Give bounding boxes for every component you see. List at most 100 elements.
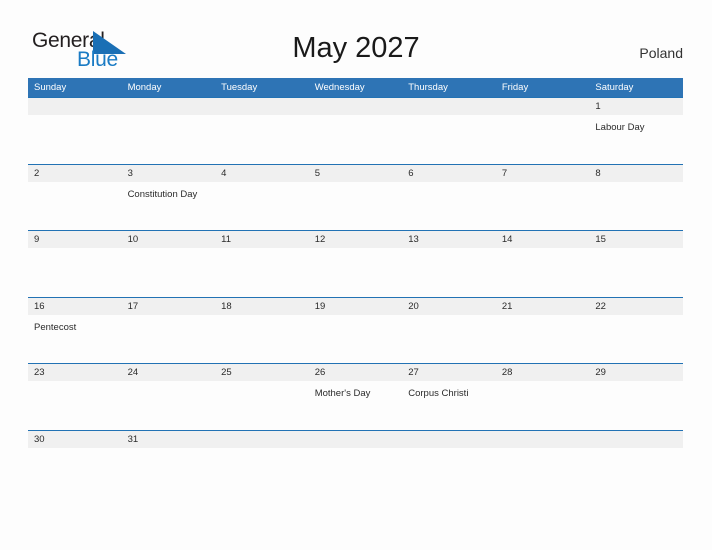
event-label: Pentecost — [34, 321, 77, 333]
day-number: 1 — [595, 101, 601, 112]
event-label: Constitution Day — [127, 188, 198, 200]
event-cell — [122, 315, 216, 363]
day-cell[interactable] — [215, 98, 309, 115]
day-cell[interactable]: 30 — [28, 431, 122, 448]
calendar-week-row: 30 31 — [28, 429, 683, 451]
week-date-band: 9 10 11 12 13 14 15 — [28, 231, 683, 248]
day-cell[interactable]: 26 — [309, 364, 403, 381]
day-cell[interactable]: 31 — [122, 431, 216, 448]
day-cell[interactable] — [309, 431, 403, 448]
weekday-header-wednesday: Wednesday — [314, 82, 365, 93]
day-number: 25 — [221, 367, 232, 378]
event-cell — [28, 115, 122, 163]
calendar-week-row: 23 24 25 26 27 28 29 Mother's Day Corpus… — [28, 363, 683, 430]
day-number: 20 — [408, 300, 419, 312]
day-number: 13 — [408, 234, 419, 245]
day-cell[interactable]: 28 — [496, 364, 590, 381]
day-cell[interactable]: 2 — [28, 165, 122, 182]
day-number: 3 — [127, 167, 133, 179]
day-cell[interactable]: 10 — [122, 231, 216, 248]
day-cell[interactable]: 19 — [309, 298, 403, 315]
week-date-band: 23 24 25 26 27 28 29 — [28, 364, 683, 381]
week-event-band: Constitution Day — [28, 182, 683, 230]
day-number: 10 — [127, 234, 139, 245]
day-cell[interactable]: 6 — [402, 165, 496, 182]
day-cell[interactable] — [402, 98, 496, 115]
event-cell — [589, 381, 683, 429]
weekday-header-monday: Monday — [127, 82, 162, 93]
day-number: 2 — [34, 167, 40, 179]
day-cell[interactable]: 3 — [122, 165, 216, 182]
event-label: Corpus Christi — [408, 388, 469, 399]
day-number: 26 — [314, 367, 326, 378]
week-event-band: Mother's Day Corpus Christi — [28, 381, 683, 429]
day-cell[interactable]: 11 — [215, 231, 309, 248]
calendar-week-row: 2 3 4 5 6 7 8 Constitution Day — [28, 163, 683, 231]
event-cell: Labour Day — [589, 115, 683, 163]
day-cell[interactable] — [496, 431, 590, 448]
event-cell — [215, 248, 309, 296]
day-cell[interactable]: 23 — [28, 364, 122, 381]
day-cell[interactable]: 4 — [215, 165, 309, 182]
week-event-band: Pentecost — [28, 315, 683, 363]
day-number: 14 — [501, 234, 513, 245]
day-cell[interactable]: 27 — [402, 364, 496, 381]
day-number: 11 — [221, 234, 231, 245]
calendar-weekday-header: Sunday Monday Tuesday Wednesday Thursday… — [28, 78, 683, 97]
event-cell — [309, 248, 403, 296]
day-number: 31 — [127, 433, 139, 445]
event-cell — [496, 315, 590, 363]
day-cell[interactable] — [28, 98, 122, 115]
day-number: 28 — [501, 367, 513, 378]
day-cell[interactable]: 18 — [215, 298, 309, 315]
day-number: 27 — [408, 367, 419, 378]
day-cell[interactable]: 24 — [122, 364, 216, 381]
day-number: 9 — [34, 234, 40, 245]
event-cell — [215, 115, 309, 163]
day-number: 8 — [595, 167, 601, 179]
event-cell — [496, 115, 590, 163]
calendar-week-row: 9 10 11 12 13 14 15 — [28, 230, 683, 297]
event-cell — [402, 248, 496, 296]
day-cell[interactable]: 5 — [309, 165, 403, 182]
day-cell[interactable]: 25 — [215, 364, 309, 381]
day-cell[interactable] — [309, 98, 403, 115]
event-cell — [589, 315, 683, 363]
day-cell[interactable]: 16 — [28, 298, 122, 315]
day-cell[interactable]: 13 — [402, 231, 496, 248]
day-cell[interactable]: 20 — [402, 298, 496, 315]
event-cell — [496, 248, 590, 296]
day-cell[interactable]: 12 — [309, 231, 403, 248]
day-cell[interactable] — [215, 431, 309, 448]
day-cell[interactable]: 14 — [496, 231, 590, 248]
day-cell[interactable]: 29 — [589, 364, 683, 381]
day-cell[interactable]: 7 — [496, 165, 590, 182]
event-cell — [309, 182, 403, 230]
day-cell[interactable] — [122, 98, 216, 115]
event-cell — [589, 182, 683, 230]
week-event-band — [28, 248, 683, 296]
day-cell[interactable]: 21 — [496, 298, 590, 315]
week-event-band: Labour Day — [28, 115, 683, 163]
day-number: 15 — [595, 234, 606, 245]
weekday-header-friday: Friday — [501, 82, 529, 93]
event-label: Labour Day — [595, 122, 645, 133]
day-cell[interactable]: 15 — [589, 231, 683, 248]
day-cell[interactable]: 17 — [122, 298, 216, 315]
week-date-band: 2 3 4 5 6 7 8 — [28, 164, 683, 182]
day-number: 4 — [221, 167, 227, 179]
day-number: 18 — [221, 300, 232, 312]
day-number: 29 — [595, 367, 606, 378]
event-cell — [122, 248, 216, 296]
day-cell[interactable]: 9 — [28, 231, 122, 248]
day-number: 30 — [34, 433, 45, 445]
day-cell[interactable]: 8 — [589, 165, 683, 182]
week-date-band: 30 31 — [28, 430, 683, 448]
day-cell[interactable]: 22 — [589, 298, 683, 315]
day-cell[interactable] — [402, 431, 496, 448]
week-date-band: 16 17 18 19 20 21 22 — [28, 297, 683, 315]
day-cell[interactable] — [496, 98, 590, 115]
weekday-header-tuesday: Tuesday — [221, 82, 258, 93]
day-cell[interactable]: 1 — [589, 98, 683, 115]
day-cell[interactable] — [589, 431, 683, 448]
